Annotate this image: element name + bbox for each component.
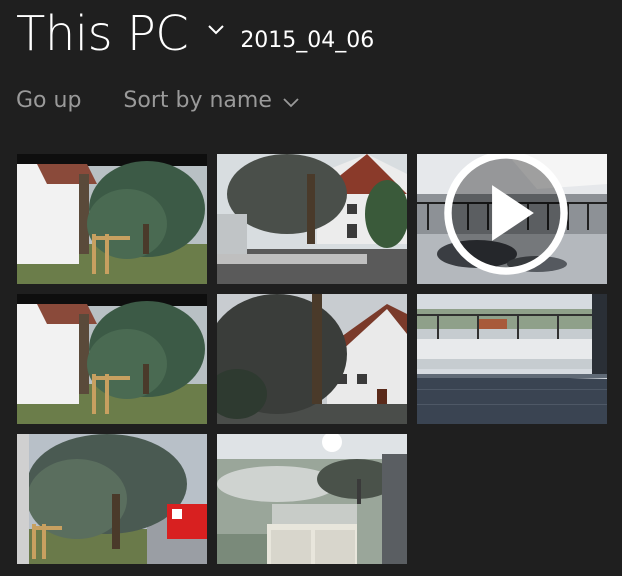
photo-thumbnail[interactable] <box>17 434 207 564</box>
photo-image-garage-garden <box>217 434 407 564</box>
photo-image-roof-terrace <box>417 294 607 424</box>
chevron-down-icon[interactable] <box>206 20 226 40</box>
video-thumbnail[interactable] <box>417 154 607 284</box>
photo-thumbnail[interactable] <box>217 294 407 424</box>
photo-image-houses-street <box>217 154 407 284</box>
photos-app-window: This PC 2015_04_06 Go up Sort by name <box>0 0 622 576</box>
thumbnail-grid <box>17 154 617 564</box>
photo-image-tree-fire-truck <box>17 434 207 564</box>
go-up-button[interactable]: Go up <box>16 88 81 113</box>
toolbar: Go up Sort by name <box>16 88 300 113</box>
location-title[interactable]: This PC <box>16 6 189 62</box>
photo-image-garden-tree <box>17 294 207 424</box>
sort-by-button[interactable]: Sort by name <box>123 88 299 113</box>
photo-thumbnail[interactable] <box>217 154 407 284</box>
photo-thumbnail[interactable] <box>417 294 607 424</box>
photo-thumbnail[interactable] <box>17 294 207 424</box>
chevron-down-icon <box>283 97 299 107</box>
location-header: This PC 2015_04_06 <box>16 6 374 62</box>
photo-image-house-tree <box>217 294 407 424</box>
photo-thumbnail[interactable] <box>217 434 407 564</box>
play-icon <box>444 154 568 275</box>
photo-image-garden-tree <box>17 154 207 284</box>
sort-by-label: Sort by name <box>123 88 272 113</box>
photo-thumbnail[interactable] <box>17 154 207 284</box>
folder-name: 2015_04_06 <box>240 28 375 53</box>
